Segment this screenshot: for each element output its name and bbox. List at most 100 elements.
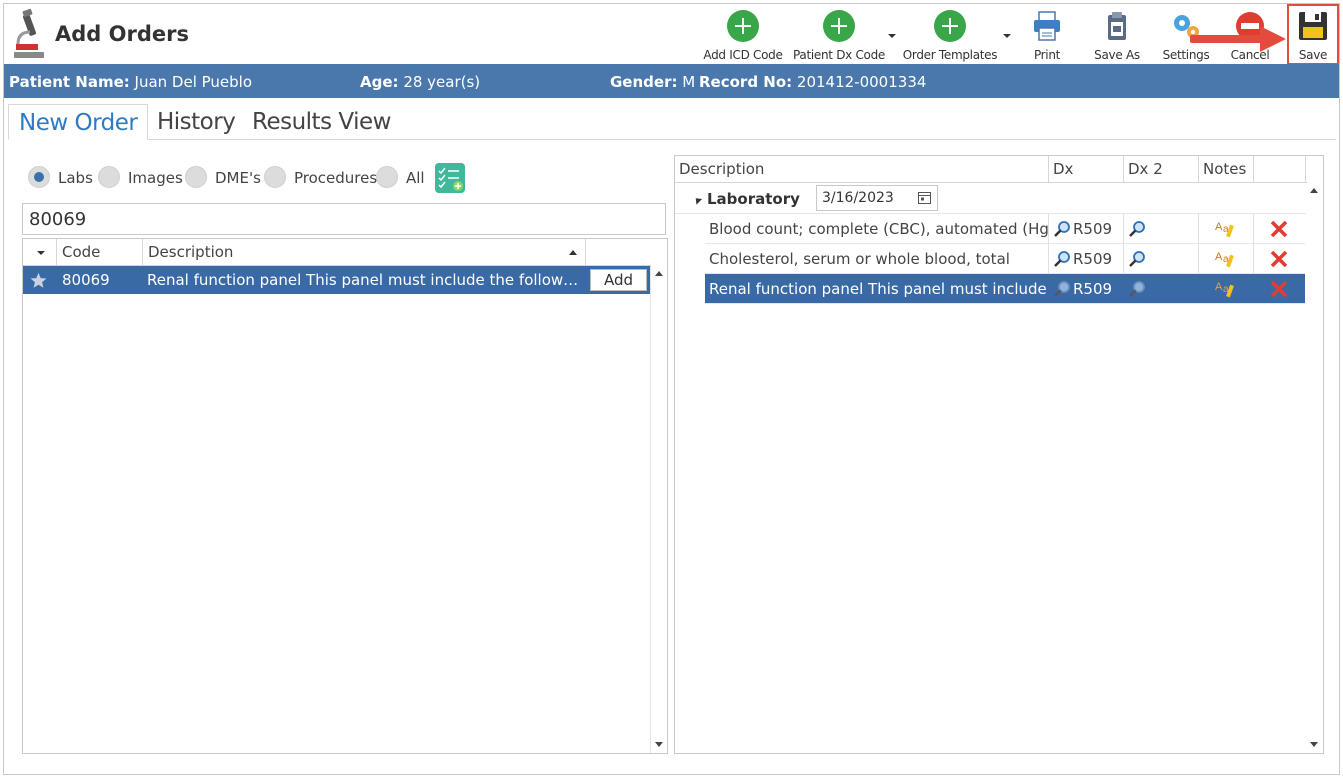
sort-asc-icon xyxy=(569,250,577,255)
order-templates-button[interactable]: Order Templates xyxy=(902,8,998,64)
record-number-value: 201412-0001334 xyxy=(796,73,927,91)
search-input[interactable]: 80069 xyxy=(22,203,666,235)
order-dx2-cell[interactable] xyxy=(1124,244,1199,274)
order-dx-value: R509 xyxy=(1073,280,1113,298)
notes-edit-icon[interactable]: Aa xyxy=(1215,279,1237,299)
patient-dx-code-button[interactable]: Patient Dx Code xyxy=(791,8,887,64)
vertical-scrollbar[interactable] xyxy=(650,266,667,753)
column-header-notes[interactable]: Notes xyxy=(1199,156,1254,183)
scroll-down-icon[interactable] xyxy=(1310,742,1318,747)
svg-text:A: A xyxy=(1215,251,1223,263)
checklist-add-icon[interactable] xyxy=(435,163,465,193)
tab-new-order[interactable]: New Order xyxy=(8,104,149,140)
record-number-field: Record No: 201412-0001334 xyxy=(699,73,926,91)
order-delete-cell[interactable] xyxy=(1254,244,1305,274)
star-icon[interactable] xyxy=(30,272,47,289)
radio-dmes-label: DME's xyxy=(215,169,261,187)
delete-x-icon[interactable] xyxy=(1269,279,1289,299)
microscope-icon xyxy=(14,8,44,58)
orders-grid-header: Description Dx Dx 2 Notes xyxy=(675,156,1307,183)
order-notes-cell[interactable]: Aa xyxy=(1199,274,1254,304)
column-header-description[interactable]: Description xyxy=(143,239,586,266)
calendar-icon[interactable] xyxy=(918,191,931,204)
radio-images-label: Images xyxy=(128,169,183,187)
column-header-description[interactable]: Description xyxy=(675,156,1049,183)
patient-gender-field: Gender: M xyxy=(610,73,695,91)
order-delete-cell[interactable] xyxy=(1254,214,1305,244)
order-delete-cell[interactable] xyxy=(1254,274,1305,304)
save-highlight-box xyxy=(1287,4,1339,65)
collapse-icon[interactable] xyxy=(692,195,703,205)
notes-edit-icon[interactable]: Aa xyxy=(1215,219,1237,239)
radio-all-label: All xyxy=(406,169,425,187)
record-number-label: Record No: xyxy=(699,73,793,91)
order-description: Renal function panel This panel must inc… xyxy=(709,280,1049,298)
pointer-arrow-icon xyxy=(1190,26,1286,52)
column-header-dx[interactable]: Dx xyxy=(1049,156,1124,183)
search-results-grid: Code Description 80069 Renal function pa… xyxy=(22,238,668,754)
grid-header-menu[interactable] xyxy=(23,239,57,266)
svg-text:A: A xyxy=(1215,221,1223,233)
notes-edit-icon[interactable]: Aa xyxy=(1215,249,1237,269)
patient-gender-value: M xyxy=(682,73,696,91)
row-code: 80069 xyxy=(62,271,110,289)
delete-x-icon[interactable] xyxy=(1269,249,1289,269)
scroll-down-icon[interactable] xyxy=(655,742,663,747)
radio-dot xyxy=(98,166,120,188)
magnifier-icon[interactable] xyxy=(1053,280,1071,298)
patient-info-bar: Patient Name: Juan Del Pueblo Age: 28 ye… xyxy=(4,64,1339,98)
order-dx-cell[interactable]: R509 xyxy=(1049,214,1124,244)
tab-results-view[interactable]: Results View xyxy=(242,104,401,140)
order-row[interactable]: Cholesterol, serum or whole blood, total… xyxy=(705,244,1305,274)
table-row[interactable]: 80069 Renal function panel This panel mu… xyxy=(23,266,651,294)
vertical-scrollbar[interactable] xyxy=(1306,183,1323,753)
add-button[interactable]: Add xyxy=(590,269,647,291)
patient-name-label: Patient Name: xyxy=(9,73,130,91)
plus-circle-icon xyxy=(727,10,759,42)
magnifier-icon[interactable] xyxy=(1053,250,1071,268)
orders-grid: Description Dx Dx 2 Notes Laboratory 3/1… xyxy=(674,155,1324,754)
radio-procedures-label: Procedures xyxy=(294,169,378,187)
order-dx-value: R509 xyxy=(1073,250,1113,268)
add-icd-code-button[interactable]: Add ICD Code xyxy=(699,8,787,64)
order-dx2-cell[interactable] xyxy=(1124,274,1199,304)
magnifier-icon[interactable] xyxy=(1128,280,1146,298)
order-dx2-cell[interactable] xyxy=(1124,214,1199,244)
column-header-dx2[interactable]: Dx 2 xyxy=(1124,156,1199,183)
column-header-description-label: Description xyxy=(148,243,234,261)
column-header-code[interactable]: Code xyxy=(57,239,143,266)
order-row[interactable]: Blood count; complete (CBC), automated (… xyxy=(705,214,1305,244)
magnifier-icon[interactable] xyxy=(1053,220,1071,238)
order-description: Cholesterol, serum or whole blood, total xyxy=(705,244,1049,274)
column-header-actions xyxy=(1254,156,1306,183)
print-label: Print xyxy=(1033,48,1061,62)
order-templates-dropdown-icon[interactable] xyxy=(1003,34,1011,38)
order-dx-cell[interactable]: R509 xyxy=(1049,244,1124,274)
grid-header: Code Description xyxy=(23,239,651,266)
scroll-up-icon[interactable] xyxy=(655,271,663,276)
radio-labs-label: Labs xyxy=(58,169,93,187)
order-notes-cell[interactable]: Aa xyxy=(1199,214,1254,244)
patient-age-label: Age: xyxy=(360,73,399,91)
print-button[interactable]: Print xyxy=(1022,8,1072,64)
patient-dx-dropdown-icon[interactable] xyxy=(888,34,896,38)
order-dx-cell[interactable]: R509 xyxy=(1049,274,1124,304)
delete-x-icon[interactable] xyxy=(1269,219,1289,239)
radio-dot xyxy=(185,166,207,188)
printer-icon xyxy=(1034,11,1060,41)
radio-dot xyxy=(264,166,286,188)
magnifier-icon[interactable] xyxy=(1128,220,1146,238)
plus-circle-icon xyxy=(823,10,855,42)
tab-history[interactable]: History xyxy=(147,104,245,140)
order-row-selected[interactable]: Renal function panel This panel must inc… xyxy=(705,274,1305,304)
patient-gender-label: Gender: xyxy=(610,73,678,91)
order-notes-cell[interactable]: Aa xyxy=(1199,244,1254,274)
patient-age-value: 28 year(s) xyxy=(403,73,481,91)
magnifier-icon[interactable] xyxy=(1128,250,1146,268)
order-date-picker[interactable]: 3/16/2023 xyxy=(816,185,938,211)
save-as-button[interactable]: Save As xyxy=(1088,8,1146,64)
scroll-up-icon[interactable] xyxy=(1310,188,1318,193)
title-bar: Add Orders Add ICD Code Patient Dx Code … xyxy=(4,4,1339,64)
clipboard-icon xyxy=(1108,12,1126,40)
group-row-laboratory[interactable]: Laboratory 3/16/2023 xyxy=(675,183,1307,214)
